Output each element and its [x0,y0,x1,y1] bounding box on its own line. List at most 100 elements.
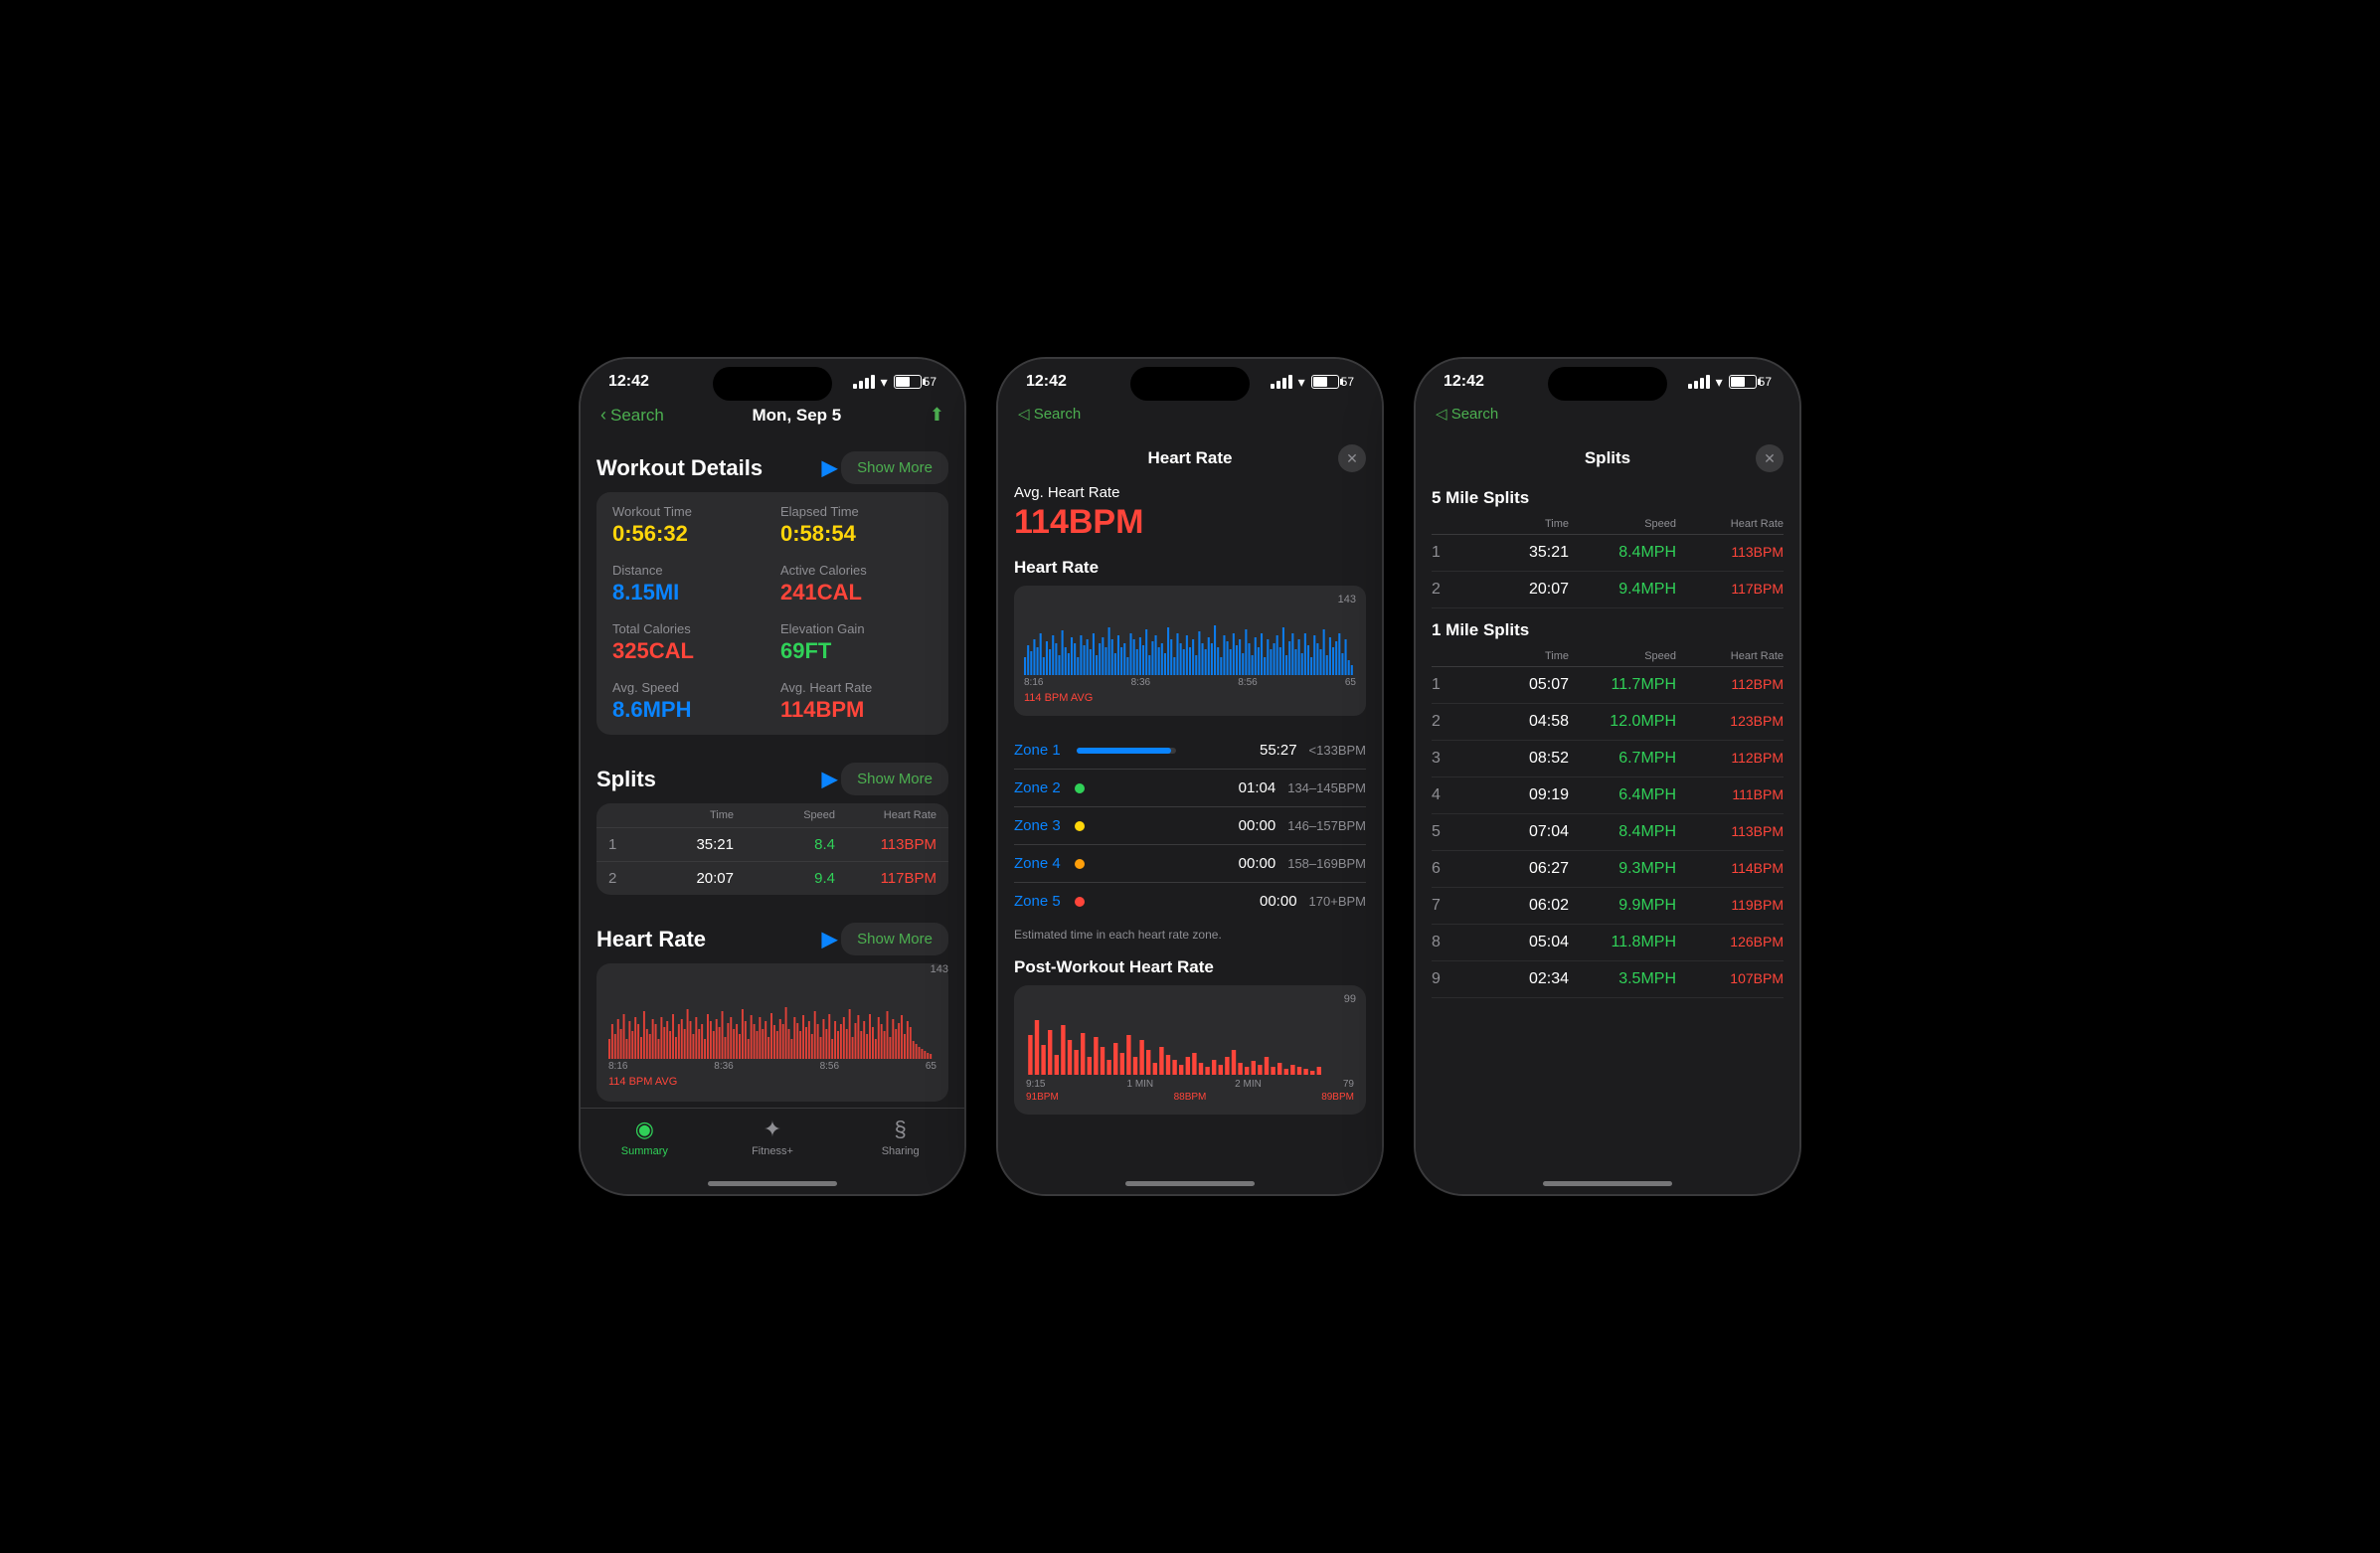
splits-show-more-btn[interactable]: Show More [841,763,948,795]
splits-card-1: Time Speed Heart Rate 1 35:21 8.4 113BPM… [596,803,948,895]
zone-5-dot [1075,897,1085,907]
zone-3-row: Zone 3 00:00 146–157BPM [1014,807,1366,845]
back-label-1: Search [610,406,664,426]
phones-container: 12:42 ▾ 57 ‹ Search Mo [579,357,1801,1196]
modal-header-2: Heart Rate ✕ [998,432,1382,476]
zone-1-row: Zone 1 55:27 <133BPM [1014,732,1366,770]
dynamic-island-1 [713,367,832,401]
zone-5-range: 170+BPM [1309,894,1366,909]
splits-title: Splits [596,767,656,792]
modal-content-2: Avg. Heart Rate 114BPM Heart Rate 143 [998,476,1382,1142]
post-top: 99 [1344,993,1356,1005]
hr-top-2: 143 [1338,594,1356,605]
share-icon-1[interactable]: ⬆ [930,405,944,426]
stat-value-total-cal: 325CAL [612,638,765,664]
status-icons-1: ▾ 57 [853,374,936,391]
zone-4-name: Zone 4 [1014,855,1061,872]
tab-sharing-1[interactable]: § Sharing [836,1117,964,1157]
nav-bar-1: ‹ Search Mon, Sep 5 ⬆ [581,397,964,435]
zones-container: Zone 1 55:27 <133BPM [1014,732,1366,920]
one-mile-row-3: 3 08:52 6.7MPH 112BPM [1432,741,1784,777]
home-indicator-3 [1543,1181,1672,1186]
post-hr-title: Post-Workout Heart Rate [1014,957,1366,977]
hr-time-end-1: 8:56 [820,1061,839,1072]
zone-4-dot [1075,859,1085,869]
modal-bg-3[interactable]: Splits ✕ 5 Mile Splits Time Speed Heart … [1416,432,1799,1177]
tab-fitness-1[interactable]: ✦ Fitness+ [709,1117,837,1157]
workout-details-title: Workout Details [596,455,763,481]
stat-value-elapsed-time: 0:58:54 [780,521,933,547]
zone-2-range: 134–145BPM [1287,780,1366,795]
five-mile-row-2: 2 20:07 9.4MPH 117BPM [1432,572,1784,608]
status-icons-2: ▾ 57 [1271,374,1354,391]
zone-2-row: Zone 2 01:04 134–145BPM [1014,770,1366,807]
battery-2: 57 [1311,375,1354,389]
splits-header: Splits ▶ Show More [581,747,964,803]
nav-title-1: Mon, Sep 5 [753,406,842,426]
workout-details-header: Workout Details ▶ Show More [581,435,964,492]
modal-close-2[interactable]: ✕ [1338,444,1366,472]
battery-1: 57 [894,375,936,389]
zone-2-time: 01:04 [1239,779,1276,796]
sharing-icon-1: § [895,1117,907,1142]
hr-show-more-btn[interactable]: Show More [841,923,948,955]
stat-elapsed-time: Elapsed Time 0:58:54 [780,504,933,547]
phone-2: 12:42 ▾ 57 ◁ Search [996,357,1384,1196]
workout-show-more-btn[interactable]: Show More [841,451,948,484]
post-hr-chart: 99 [1014,985,1366,1115]
hr-avg-label-1: 114 BPM AVG [608,1076,677,1088]
modal-close-3[interactable]: ✕ [1756,444,1784,472]
nav-bar-3: ◁ Search [1416,397,1799,432]
stat-label-distance: Distance [612,563,765,578]
back-search-3[interactable]: ◁ Search [1436,405,1498,423]
arrow-workout: ▶ [822,455,837,480]
stat-total-cal: Total Calories 325CAL [612,621,765,664]
scroll-content-1[interactable]: Workout Details ▶ Show More Workout Time… [581,435,964,1108]
status-time-3: 12:42 [1444,373,1484,391]
summary-icon-1: ◉ [635,1117,654,1142]
stat-elevation: Elevation Gain 69FT [780,621,933,664]
dynamic-island-3 [1548,367,1667,401]
tab-summary-1[interactable]: ◉ Summary [581,1117,709,1157]
one-mile-row-6: 6 06:27 9.3MPH 114BPM [1432,851,1784,888]
five-mile-title: 5 Mile Splits [1432,476,1784,514]
zone-1-range: <133BPM [1309,743,1366,758]
stat-active-cal: Active Calories 241CAL [780,563,933,605]
modal-bg-2[interactable]: Heart Rate ✕ Avg. Heart Rate 114BPM Hear… [998,432,1382,1177]
stat-avg-hr: Avg. Heart Rate 114BPM [780,680,933,723]
five-mile-header: Time Speed Heart Rate [1432,514,1784,535]
stats-grid: Workout Time 0:56:32 Elapsed Time 0:58:5… [612,504,933,723]
five-mile-row-1: 1 35:21 8.4MPH 113BPM [1432,535,1784,572]
zone-2-name: Zone 2 [1014,779,1061,796]
back-search-2[interactable]: ◁ Search [1018,405,1081,423]
back-chevron-1: ‹ [600,405,606,426]
back-button-1[interactable]: ‹ Search [600,405,664,426]
one-mile-row-9: 9 02:34 3.5MPH 107BPM [1432,961,1784,998]
zone-4-row: Zone 4 00:00 158–169BPM [1014,845,1366,883]
zone-1-name: Zone 1 [1014,742,1061,759]
stat-workout-time: Workout Time 0:56:32 [612,504,765,547]
one-mile-row-2: 2 04:58 12.0MPH 123BPM [1432,704,1784,741]
status-time-1: 12:42 [608,373,649,391]
signal-icon-2 [1271,375,1292,389]
home-indicator-2 [1125,1181,1255,1186]
fitness-icon-1: ✦ [764,1117,781,1142]
zone-5-time: 00:00 [1260,893,1297,910]
stat-label-elapsed-time: Elapsed Time [780,504,933,519]
modal-header-3: Splits ✕ [1416,432,1799,476]
stat-label-elevation: Elevation Gain [780,621,933,636]
stat-label-avg-hr: Avg. Heart Rate [780,680,933,695]
phone-3-screen: 12:42 ▾ 57 ◁ Search Spli [1416,359,1799,1194]
arrow-splits: ▶ [822,767,837,791]
stat-value-elevation: 69FT [780,638,933,664]
zone-3-time: 00:00 [1239,817,1276,834]
hr-chart-svg-1 [608,979,936,1059]
stat-distance: Distance 8.15MI [612,563,765,605]
wifi-icon-2: ▾ [1298,374,1305,391]
battery-3: 57 [1729,375,1772,389]
one-mile-header: Time Speed Heart Rate [1432,646,1784,667]
zone-2-dot [1075,783,1085,793]
splits-full-3: 5 Mile Splits Time Speed Heart Rate 1 35… [1416,476,1799,1018]
stat-label-workout-time: Workout Time [612,504,765,519]
tab-fitness-label-1: Fitness+ [752,1145,793,1157]
